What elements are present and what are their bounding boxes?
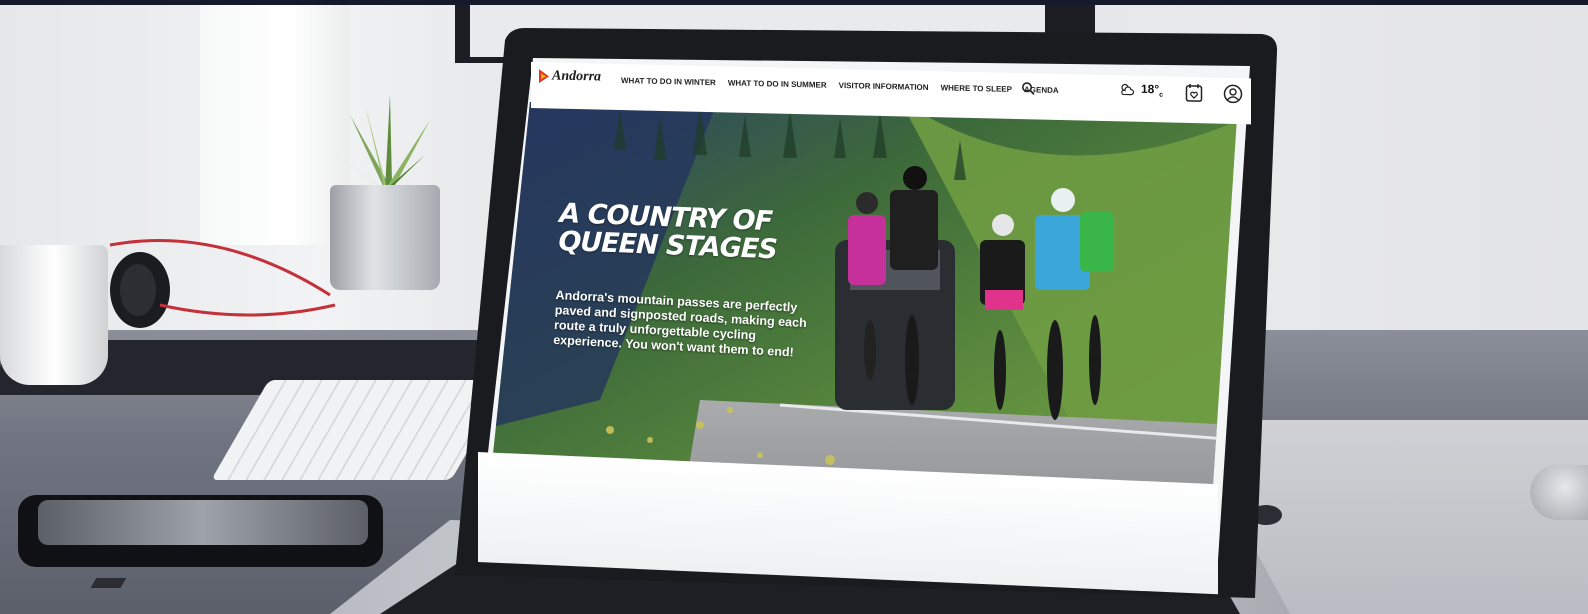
logo-text: Andorra <box>552 68 602 85</box>
logo-icon <box>539 69 549 84</box>
main-menu: WHAT TO DO IN WINTER WHAT TO DO IN SUMME… <box>621 76 1059 95</box>
menu-item-winter[interactable]: WHAT TO DO IN WINTER <box>621 76 716 87</box>
menu-item-visitor-info[interactable]: VISITOR INFORMATION <box>839 81 929 92</box>
partly-cloudy-icon <box>1121 84 1135 96</box>
menu-item-summer[interactable]: WHAT TO DO IN SUMMER <box>728 78 827 89</box>
search-icon[interactable] <box>1021 81 1035 95</box>
menu-item-where-to-sleep[interactable]: WHERE TO SLEEP <box>941 83 1012 94</box>
calendar-heart-icon[interactable] <box>1185 83 1203 103</box>
user-icon[interactable] <box>1223 84 1243 104</box>
weather-widget[interactable]: 18°c <box>1119 81 1164 99</box>
hero-title: A COUNTRY OF QUEEN STAGES <box>558 198 810 266</box>
site-logo[interactable]: Andorra <box>539 68 601 85</box>
temperature: 18°c <box>1141 81 1164 99</box>
